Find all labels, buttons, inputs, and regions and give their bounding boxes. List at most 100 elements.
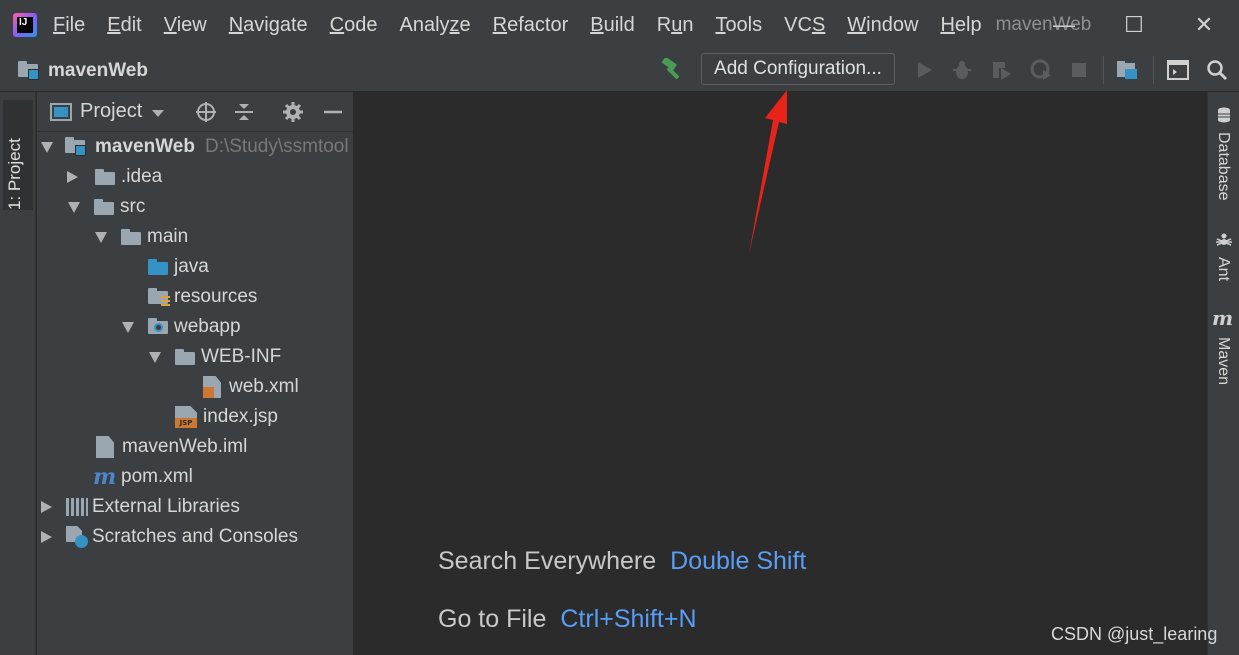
collapsed-arrow-icon[interactable]	[67, 171, 78, 183]
menu-item[interactable]: Help	[940, 14, 981, 37]
debug-icon[interactable]	[950, 58, 974, 82]
search-icon[interactable]	[1205, 58, 1229, 82]
project-view-icon	[50, 102, 72, 121]
hint-action: Go to File	[438, 605, 547, 633]
tool-tab-ant[interactable]: Ant	[1214, 257, 1232, 281]
tree-node-scratches[interactable]: Scratches and Consoles	[41, 522, 298, 552]
tree-node-webapp[interactable]: webapp	[122, 312, 241, 342]
hint-action: Search Everywhere	[438, 547, 657, 575]
folder-icon	[95, 169, 115, 185]
tree-node-external-libraries[interactable]: External Libraries	[41, 492, 240, 522]
hint-go-to-file: Go to File Ctrl+Shift+N	[438, 605, 697, 634]
jsp-file-icon: JSP	[175, 406, 197, 428]
menu-item[interactable]: File	[53, 14, 85, 37]
project-view-selector[interactable]: Project	[80, 100, 142, 123]
collapsed-arrow-icon[interactable]	[41, 531, 52, 543]
tree-node-label: src	[120, 196, 146, 217]
tree-node-label: Scratches and Consoles	[92, 526, 298, 547]
menu-item[interactable]: View	[164, 14, 207, 37]
tree-node-label: java	[174, 256, 209, 277]
tree-node-label: External Libraries	[92, 496, 240, 517]
menu-item[interactable]: Analyze	[399, 14, 470, 37]
library-icon	[66, 498, 88, 516]
run-with-coverage-icon[interactable]	[989, 58, 1013, 82]
navigation-toolbar: mavenWeb	[0, 50, 1239, 92]
breadcrumb[interactable]: mavenWeb	[18, 60, 148, 82]
breadcrumb-project-name: mavenWeb	[48, 59, 148, 81]
profile-icon[interactable]	[1029, 58, 1053, 82]
tree-node-label: mavenWeb	[95, 136, 195, 157]
minimize-button[interactable]: —	[1029, 0, 1099, 50]
folder-icon	[121, 229, 141, 245]
tree-node-label: resources	[174, 286, 258, 307]
tree-node-mavenweb[interactable]: mavenWeb D:\Study\ssmtool	[41, 132, 349, 162]
right-tool-strip: Database Ant m Maven	[1207, 92, 1239, 655]
locate-file-icon[interactable]	[195, 101, 217, 123]
expanded-arrow-icon[interactable]	[95, 231, 107, 243]
project-structure-icon[interactable]	[1115, 58, 1139, 82]
folder-icon	[175, 349, 195, 365]
editor-area[interactable]: Search Everywhere Double Shift Go to File…	[355, 92, 1207, 655]
tree-node-path: D:\Study\ssmtool	[204, 136, 349, 157]
tree-node-maven-iml[interactable]: mavenWeb.iml	[96, 432, 247, 462]
hide-panel-icon[interactable]	[322, 101, 344, 123]
tree-node-label: main	[147, 226, 189, 247]
menu-item[interactable]: Window	[847, 14, 918, 37]
maven-icon: m	[1212, 306, 1234, 330]
tree-node-web-xml[interactable]: web.xml	[203, 372, 299, 402]
tree-node-idea[interactable]: .idea	[67, 162, 162, 192]
web-folder-icon	[148, 318, 170, 336]
menu-item[interactable]: Refactor	[493, 14, 569, 37]
tree-node-java[interactable]: java	[148, 252, 209, 282]
project-panel-header: Project	[37, 92, 353, 132]
menu-item[interactable]: Navigate	[229, 14, 308, 37]
expanded-arrow-icon[interactable]	[122, 321, 134, 333]
tree-node-label: .idea	[121, 166, 163, 187]
title-menu-bar: IJ File Edit View Navigate Code Analyze Refact…	[0, 0, 1239, 50]
tree-node-label: mavenWeb.iml	[122, 436, 248, 457]
menu-item[interactable]: Tools	[715, 14, 762, 37]
run-icon[interactable]	[912, 58, 936, 82]
gear-icon[interactable]	[282, 101, 304, 123]
tree-node-label: index.jsp	[203, 406, 278, 427]
xml-file-icon	[203, 376, 221, 398]
tree-node-label: webapp	[174, 316, 241, 337]
expanded-arrow-icon[interactable]	[149, 351, 161, 363]
tool-tab-maven[interactable]: Maven	[1214, 337, 1232, 385]
database-icon	[1218, 107, 1230, 123]
hint-shortcut: Double Shift	[670, 547, 807, 575]
tree-node-resources[interactable]: resources	[148, 282, 257, 312]
menu-item[interactable]: Build	[590, 14, 634, 37]
expanded-arrow-icon[interactable]	[41, 141, 53, 153]
module-folder-icon	[18, 60, 42, 81]
build-hammer-icon[interactable]	[659, 58, 685, 80]
tree-node-web-inf[interactable]: WEB-INF	[149, 342, 281, 372]
project-tool-window: Project mavenWeb D:\Study\ssmtool .idea …	[37, 92, 354, 655]
stop-icon[interactable]	[1067, 58, 1091, 82]
intellij-logo-icon: IJ	[13, 13, 37, 37]
terminal-window-icon[interactable]	[1166, 58, 1190, 82]
tree-node-src[interactable]: src	[68, 192, 145, 222]
scratches-icon	[66, 526, 88, 548]
menu-item[interactable]: Code	[330, 14, 378, 37]
expanded-arrow-icon[interactable]	[68, 201, 80, 213]
resources-folder-icon	[148, 288, 170, 306]
collapse-all-icon[interactable]	[233, 101, 255, 123]
maximize-button[interactable]: ☐	[1099, 0, 1169, 50]
module-folder-icon	[65, 137, 89, 157]
tree-node-pom-xml[interactable]: m pom.xml	[93, 462, 193, 492]
chevron-down-icon[interactable]	[152, 109, 165, 117]
tree-node-label: pom.xml	[121, 466, 193, 487]
menu-item[interactable]: Edit	[107, 14, 141, 37]
menu-item[interactable]: Run	[657, 14, 694, 37]
iml-file-icon	[96, 436, 114, 458]
tool-tab-database[interactable]: Database	[1214, 132, 1232, 201]
ant-icon	[1216, 233, 1232, 246]
close-button[interactable]: ✕	[1169, 0, 1239, 50]
tree-node-main[interactable]: main	[95, 222, 188, 252]
main-menu: File Edit View Navigate Code Analyze Refactor B…	[53, 14, 1004, 37]
add-configuration-button[interactable]: Add Configuration...	[701, 53, 895, 85]
collapsed-arrow-icon[interactable]	[41, 501, 52, 513]
menu-item[interactable]: VCS	[784, 14, 825, 37]
tree-node-index-jsp[interactable]: JSP index.jsp	[175, 402, 278, 432]
